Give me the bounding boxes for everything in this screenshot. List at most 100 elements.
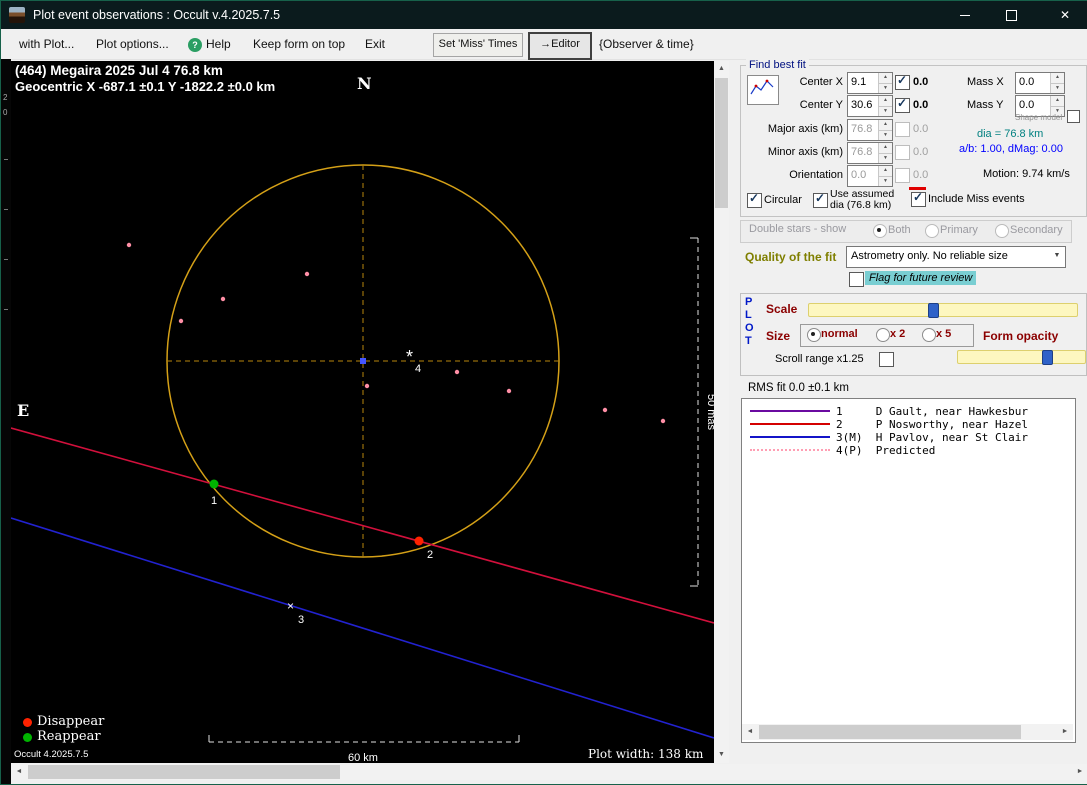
center-x-error: 0.0 bbox=[913, 76, 929, 88]
plot-header-event: (464) Megaira 2025 Jul 4 76.8 km bbox=[15, 63, 223, 78]
title-bar[interactable]: Plot event observations : Occult v.4.202… bbox=[1, 1, 1087, 29]
double-stars-primary-radio[interactable] bbox=[925, 224, 939, 238]
scrollbar-thumb[interactable] bbox=[715, 78, 728, 208]
predicted-dots bbox=[126, 242, 666, 424]
minor-axis-spinner[interactable]: 76.8 ▲ ▼ bbox=[847, 142, 893, 164]
double-stars-both-label: Both bbox=[888, 224, 911, 236]
quality-dropdown[interactable]: Astrometry only. No reliable size ▼ bbox=[846, 246, 1066, 268]
predicted-dot bbox=[660, 418, 666, 424]
major-axis-fit-checkbox[interactable] bbox=[895, 122, 910, 137]
window-title: Plot event observations : Occult v.4.202… bbox=[33, 8, 281, 22]
menu-with-plot[interactable]: with Plot... bbox=[19, 37, 74, 51]
chevron-down-icon[interactable]: ▼ bbox=[1049, 247, 1065, 265]
mass-x-spinner[interactable]: 0.0 ▲ ▼ bbox=[1015, 72, 1065, 94]
maximize-button[interactable] bbox=[988, 1, 1034, 29]
spin-up-icon[interactable]: ▲ bbox=[1051, 73, 1064, 83]
center-y-error: 0.0 bbox=[913, 99, 929, 111]
mass-y-label: Mass Y bbox=[967, 99, 1004, 111]
form-opacity-slider[interactable] bbox=[957, 350, 1086, 365]
spin-up-icon[interactable]: ▲ bbox=[879, 166, 892, 176]
flag-review-checkbox[interactable] bbox=[849, 272, 864, 287]
size-normal-radio[interactable] bbox=[807, 328, 821, 342]
scroll-range-checkbox[interactable] bbox=[879, 352, 894, 367]
observer-time-label: {Observer & time} bbox=[599, 37, 694, 51]
occultation-plot-canvas[interactable]: 1 2 × 3 * 4 50 mas 60 km bbox=[11, 61, 714, 763]
form-opacity-label: Form opacity bbox=[983, 329, 1059, 343]
menu-plot-options[interactable]: Plot options... bbox=[96, 37, 169, 51]
scroll-up-icon[interactable]: ▲ bbox=[714, 61, 729, 77]
scrollbar-thumb[interactable] bbox=[28, 765, 340, 779]
fit-chart-button[interactable] bbox=[747, 75, 779, 105]
double-stars-both-radio[interactable] bbox=[873, 224, 887, 238]
size-x2-radio[interactable] bbox=[876, 328, 890, 342]
include-miss-label: Include Miss events bbox=[928, 193, 1025, 205]
minor-axis-label: Minor axis (km) bbox=[767, 146, 843, 158]
minimize-button[interactable] bbox=[942, 1, 988, 29]
scale-slider[interactable] bbox=[808, 303, 1078, 318]
orientation-spinner[interactable]: 0.0 ▲ ▼ bbox=[847, 165, 893, 187]
editor-button[interactable]: →Editor bbox=[528, 32, 592, 60]
predicted-dot bbox=[304, 271, 310, 277]
center-y-spinner[interactable]: 30.6 ▲ ▼ bbox=[847, 95, 893, 117]
minor-axis-fit-checkbox[interactable] bbox=[895, 145, 910, 160]
background-window-fragment bbox=[4, 259, 8, 260]
form-opacity-slider-thumb[interactable] bbox=[1042, 350, 1053, 365]
plot-header-geocentric: Geocentric X -687.1 ±0.1 Y -1822.2 ±0.0 … bbox=[15, 79, 276, 94]
scroll-right-icon[interactable]: ► bbox=[1072, 764, 1087, 780]
set-miss-times-button[interactable]: Set 'Miss' Times bbox=[433, 33, 523, 57]
major-axis-spinner[interactable]: 76.8 ▲ ▼ bbox=[847, 119, 893, 141]
circular-checkbox[interactable] bbox=[747, 191, 762, 208]
spin-down-icon[interactable]: ▼ bbox=[879, 105, 892, 116]
miss-marker-icon: × bbox=[287, 599, 294, 613]
flag-review-label: Flag for future review bbox=[865, 271, 977, 285]
plot-letter-o: O bbox=[745, 322, 754, 334]
close-button[interactable]: ✕ bbox=[1042, 1, 1087, 29]
help-icon: ? bbox=[188, 38, 202, 52]
spin-down-icon[interactable]: ▼ bbox=[879, 82, 892, 93]
window-horizontal-scrollbar[interactable]: ◄ ► bbox=[11, 764, 1087, 780]
km-scale-bracket bbox=[208, 735, 520, 743]
axis-ratio-readout: a/b: 1.00, dMag: 0.00 bbox=[959, 143, 1063, 155]
shape-model-label: Shape model bbox=[1015, 113, 1063, 122]
use-assumed-dia-checkbox[interactable] bbox=[813, 191, 828, 208]
legend-reappear-label: Reappear bbox=[37, 729, 101, 744]
spin-up-icon[interactable]: ▲ bbox=[879, 73, 892, 83]
menu-exit[interactable]: Exit bbox=[365, 37, 385, 51]
scroll-left-icon[interactable]: ◄ bbox=[742, 724, 758, 740]
double-stars-secondary-radio[interactable] bbox=[995, 224, 1009, 238]
spin-down-icon[interactable]: ▼ bbox=[1051, 82, 1064, 93]
center-y-fit-checkbox[interactable] bbox=[895, 96, 910, 113]
disappear-legend-dot bbox=[23, 718, 32, 727]
scroll-right-icon[interactable]: ► bbox=[1057, 724, 1073, 740]
center-x-fit-checkbox[interactable] bbox=[895, 73, 910, 90]
shape-model-checkbox[interactable] bbox=[1067, 110, 1080, 123]
listbox-horizontal-scrollbar[interactable]: ◄ ► bbox=[742, 724, 1073, 740]
spin-up-icon[interactable]: ▲ bbox=[879, 96, 892, 106]
spin-down-icon[interactable]: ▼ bbox=[879, 175, 892, 186]
scale-slider-thumb[interactable] bbox=[928, 303, 939, 318]
chord-color-sample bbox=[750, 436, 830, 438]
menu-keep-on-top[interactable]: Keep form on top bbox=[253, 37, 345, 51]
scrollbar-thumb[interactable] bbox=[759, 725, 1021, 739]
spin-down-icon[interactable]: ▼ bbox=[879, 129, 892, 140]
spin-up-icon[interactable]: ▲ bbox=[879, 120, 892, 130]
center-marker bbox=[360, 358, 366, 364]
major-axis-error: 0.0 bbox=[913, 123, 929, 135]
size-x5-radio[interactable] bbox=[922, 328, 936, 342]
scroll-down-icon[interactable]: ▼ bbox=[714, 747, 729, 763]
menu-help[interactable]: Help bbox=[206, 37, 231, 51]
scroll-left-icon[interactable]: ◄ bbox=[11, 764, 27, 780]
plot-vertical-scrollbar[interactable]: ▲ ▼ bbox=[714, 61, 729, 763]
spin-down-icon[interactable]: ▼ bbox=[879, 152, 892, 163]
reappear-event-dot bbox=[209, 479, 219, 489]
spin-up-icon[interactable]: ▲ bbox=[879, 143, 892, 153]
minor-axis-error: 0.0 bbox=[913, 146, 929, 158]
background-window-fragment: 2 bbox=[3, 93, 8, 102]
orientation-fit-checkbox[interactable] bbox=[895, 168, 910, 183]
observer-listbox[interactable]: 1 D Gault, near Hawkesbur 2 P Nosworthy,… bbox=[741, 398, 1076, 743]
center-x-spinner[interactable]: 9.1 ▲ ▼ bbox=[847, 72, 893, 94]
chord-line-blue bbox=[11, 517, 714, 739]
spin-up-icon[interactable]: ▲ bbox=[1051, 96, 1064, 106]
include-miss-checkbox[interactable] bbox=[911, 190, 926, 207]
size-normal-label: normal bbox=[821, 328, 858, 340]
